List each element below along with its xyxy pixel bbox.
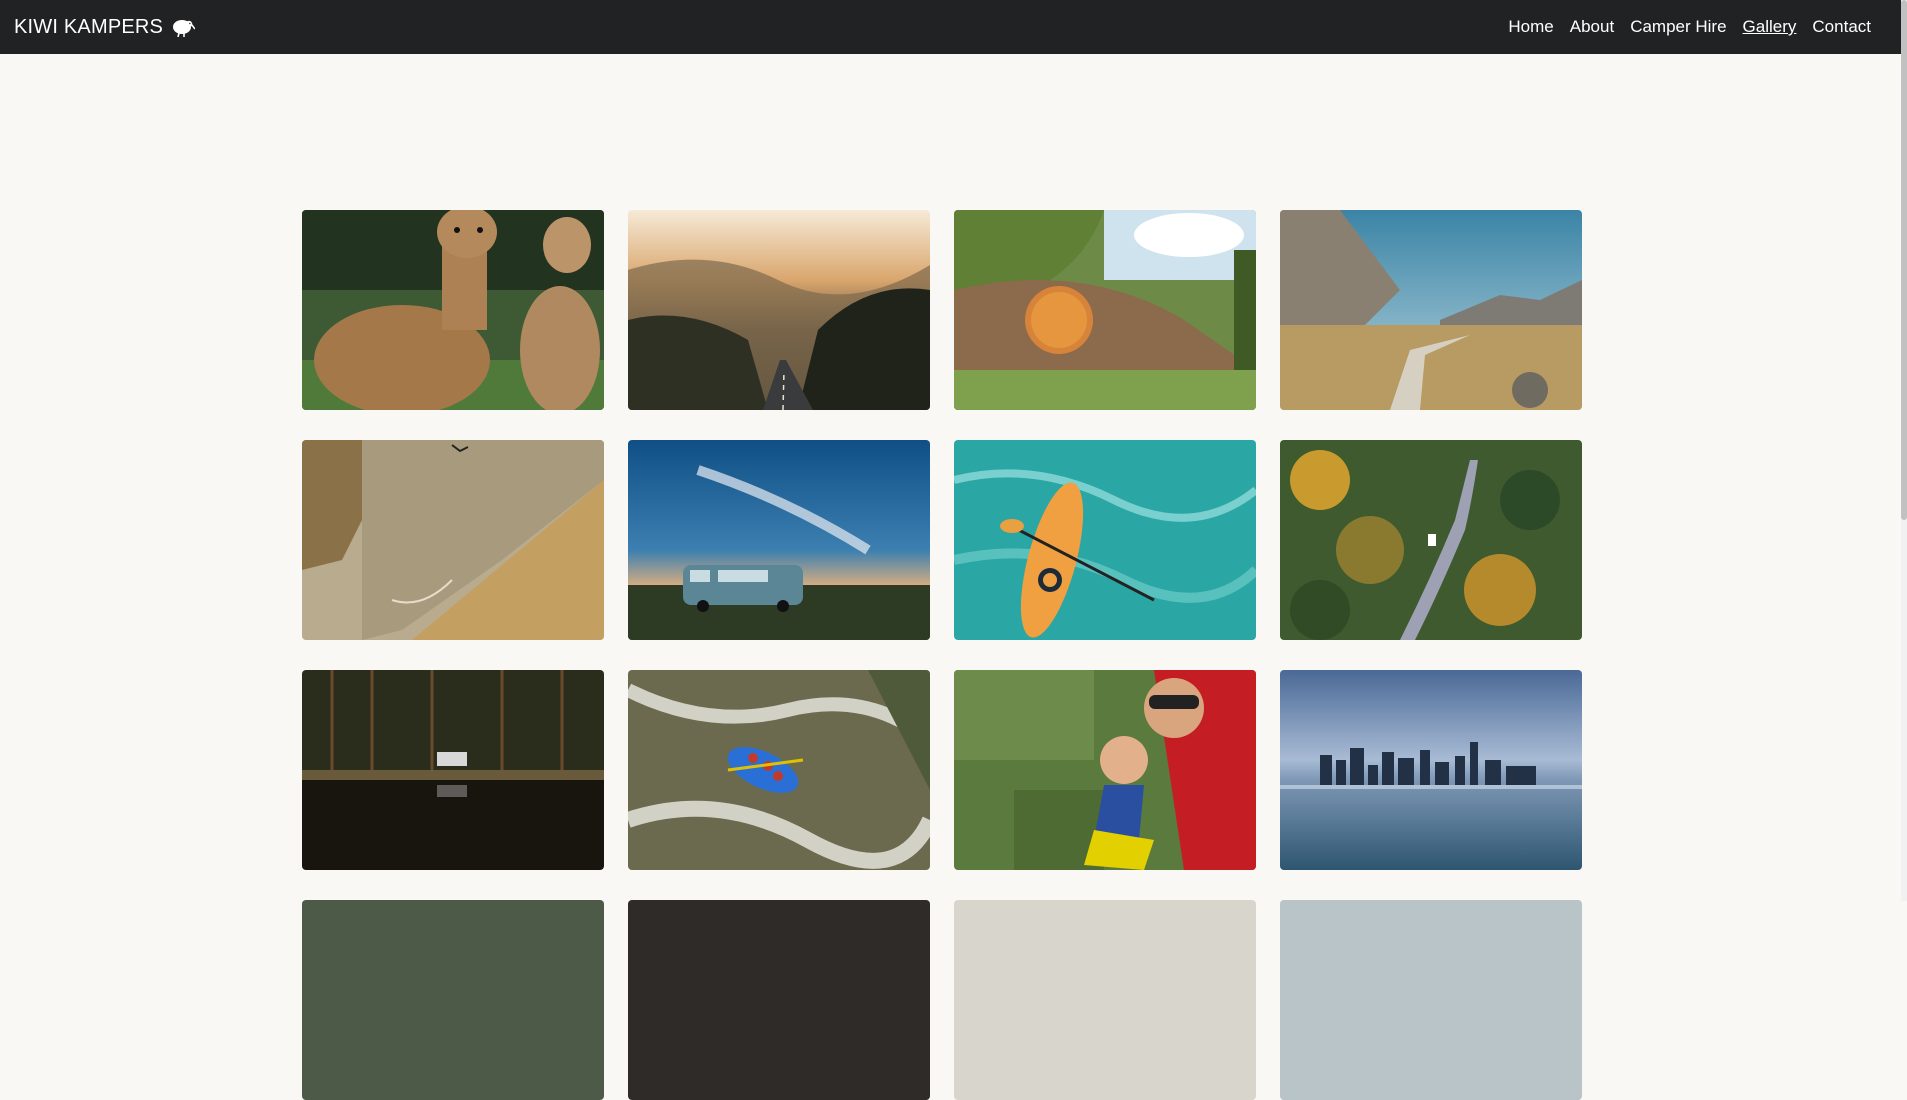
gallery-photo-forest-road[interactable] (1280, 440, 1582, 640)
gallery-photo-city-skyline[interactable] (1280, 670, 1582, 870)
photo-gallery (302, 210, 1584, 1100)
scrollbar-thumb[interactable] (1901, 0, 1907, 520)
nav-camper-hire[interactable]: Camper Hire (1630, 17, 1726, 37)
gallery-photo-tandem-skydive[interactable] (954, 670, 1256, 870)
page-scrollbar[interactable] (1901, 0, 1907, 901)
gallery-photo-kayaker[interactable] (954, 440, 1256, 640)
kiwi-bird-icon (169, 17, 196, 37)
nav-links: Home About Camper Hire Gallery Contact (1508, 17, 1887, 37)
gallery-photo-canyon-valley[interactable] (302, 440, 604, 640)
gallery-photo-forest-lake[interactable] (302, 670, 604, 870)
nav-gallery[interactable]: Gallery (1743, 17, 1797, 37)
nav-contact[interactable]: Contact (1812, 17, 1871, 37)
brand-link[interactable]: KIWI KAMPERS (14, 15, 196, 39)
gallery-photo-misty-road[interactable] (628, 210, 930, 410)
top-navbar: KIWI KAMPERS Home About Camper Hire Gall… (0, 0, 1901, 54)
gallery-photo-partial-2[interactable] (628, 900, 930, 1100)
gallery-photo-campervan-sunset[interactable] (628, 440, 930, 640)
gallery-photo-mountain-boardwalk[interactable] (1280, 210, 1582, 410)
nav-home[interactable]: Home (1508, 17, 1553, 37)
brand-name: KIWI KAMPERS (14, 15, 164, 38)
gallery-photo-whitewater-rafting[interactable] (628, 670, 930, 870)
gallery-photo-hobbit-hole[interactable] (954, 210, 1256, 410)
nav-about[interactable]: About (1570, 17, 1614, 37)
gallery-photo-partial-4[interactable] (1280, 900, 1582, 1100)
gallery-photo-partial-1[interactable] (302, 900, 604, 1100)
gallery-photo-alpacas[interactable] (302, 210, 604, 410)
gallery-photo-partial-3[interactable] (954, 900, 1256, 1100)
